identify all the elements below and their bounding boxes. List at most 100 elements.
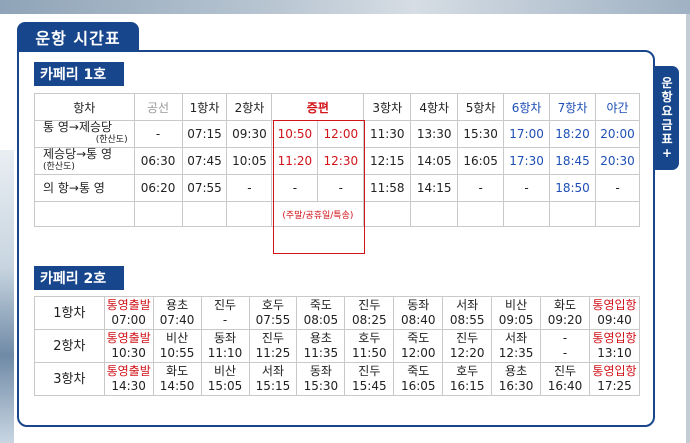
ferry2-label: 카페리 2호 xyxy=(34,266,124,290)
stop-time: 15:15 xyxy=(255,379,291,393)
background-photo-top xyxy=(0,0,690,14)
stop-time: 08:55 xyxy=(449,313,485,327)
stop-cell: 죽도 08:05 xyxy=(296,296,346,330)
time-cell: 11:20 xyxy=(271,147,319,175)
stop-name: 동좌 xyxy=(309,364,332,378)
header-cell: 4항차 xyxy=(410,93,459,121)
page-title: 운항 시간표 xyxy=(17,22,139,52)
stop-name: 통영입항 xyxy=(592,331,637,345)
stop-name: 진두 xyxy=(261,331,285,345)
background-edge-right xyxy=(686,14,690,443)
stop-name: 비산 xyxy=(166,331,189,345)
stop-name: 진두 xyxy=(553,364,577,378)
stop-time: 07:40 xyxy=(159,313,195,327)
stop-name: 진두 xyxy=(456,331,479,345)
time-cell: 11:58 xyxy=(363,174,412,202)
stop-name: 용초 xyxy=(309,331,332,345)
stop-cell: 화도 14:50 xyxy=(152,362,202,396)
header-cell: 3항차 xyxy=(363,93,412,121)
plus-icon: + xyxy=(661,146,673,160)
stop-cell: 죽도 12:00 xyxy=(393,329,444,363)
route-label: 제승당→통 영 xyxy=(43,147,113,161)
stop-cell: 비산 10:55 xyxy=(152,329,202,363)
time-cell: - xyxy=(226,174,273,202)
time-cell: - xyxy=(271,174,319,202)
stop-time: 10:30 xyxy=(111,346,146,360)
route-sub: (한산도) xyxy=(43,162,75,172)
header-cell: 5항차 xyxy=(457,93,505,121)
stop-time: 11:35 xyxy=(303,346,339,360)
time-cell: - xyxy=(594,174,641,202)
stop-cell: 서좌 12:35 xyxy=(491,329,542,363)
stop-cell: 진두 16:40 xyxy=(540,362,590,396)
stop-name: 통영출발 xyxy=(106,298,151,312)
stop-time: 10:55 xyxy=(159,346,195,360)
sailing-label: 3항차 xyxy=(34,362,105,396)
time-cell: 06:30 xyxy=(133,147,183,175)
stop-name: 서좌 xyxy=(456,298,479,312)
header-cell: 2항차 xyxy=(226,93,273,121)
stop-time: 11:25 xyxy=(255,346,291,360)
time-cell: 12:30 xyxy=(317,147,365,175)
time-cell: 17:30 xyxy=(503,147,551,175)
stop-time: 09:40 xyxy=(597,313,632,327)
time-cell: 14:15 xyxy=(410,174,459,202)
stop-name: 화도 xyxy=(166,364,189,378)
stop-name: - xyxy=(562,331,568,345)
stop-time: 15:30 xyxy=(303,379,339,393)
time-cell: 18:45 xyxy=(549,147,596,175)
time-cell: 09:30 xyxy=(226,120,273,148)
stop-name: 비산 xyxy=(505,298,528,312)
stop-cell: 서좌 15:15 xyxy=(248,362,298,396)
stop-cell: 호두 11:50 xyxy=(344,329,395,363)
table-row: 2항차 통영출발 10:30 비산 10:55 동좌 11:10 진두 11:25 용초 11:35… xyxy=(34,329,641,363)
time-cell: 20:00 xyxy=(594,120,641,148)
stop-cell: 죽도 16:05 xyxy=(393,362,444,396)
stop-time: 14:50 xyxy=(159,379,195,393)
stop-name: 동좌 xyxy=(407,298,430,312)
route-label: 의 항→통 영 xyxy=(43,180,105,195)
stop-time: 08:40 xyxy=(400,313,436,327)
stop-name: 호두 xyxy=(261,298,285,312)
time-cell: 14:05 xyxy=(410,147,459,175)
stop-name: 진두 xyxy=(213,298,237,312)
header-cell: 항차 xyxy=(34,93,135,121)
stop-cell: 통영출발 10:30 xyxy=(103,329,154,363)
time-cell: 20:30 xyxy=(594,147,641,175)
stop-cell: 통영출발 07:00 xyxy=(103,296,154,330)
stop-name: 동좌 xyxy=(213,331,237,345)
empty-cell xyxy=(226,201,273,227)
stop-name: 죽도 xyxy=(407,364,430,378)
stop-time: 12:00 xyxy=(400,346,436,360)
stop-time: 16:05 xyxy=(400,379,436,393)
stop-cell: 동좌 15:30 xyxy=(296,362,346,396)
ferry2-timetable: 1항차 통영출발 07:00 용초 07:40 진두 - 호두 07:55 죽도 08:05 진두 08… xyxy=(34,296,641,396)
stop-time: 14:30 xyxy=(111,379,146,393)
stop-cell: 호두 07:55 xyxy=(248,296,298,330)
stop-cell: 통영입항 17:25 xyxy=(588,362,641,396)
stop-cell: 비산 09:05 xyxy=(491,296,542,330)
stop-cell: 화도 09:20 xyxy=(540,296,590,330)
stop-cell: 용초 16:30 xyxy=(491,362,542,396)
stop-name: 비산 xyxy=(213,364,237,378)
stop-time: - xyxy=(222,313,228,327)
stop-cell: -- xyxy=(540,329,590,363)
header-cell: 7항차 xyxy=(549,93,596,121)
header-cell: 공선 xyxy=(133,93,183,121)
ferry1-label: 카페리 1호 xyxy=(34,62,124,86)
fare-tab-char: 요 xyxy=(661,104,673,118)
table-row: 제승당→통 영 (한산도) 06:30 07:45 10:05 11:20 12:… xyxy=(34,147,641,175)
table-row: 통 영→제승당 (한산도) - 07:15 09:30 10:50 12:00 1… xyxy=(34,120,641,148)
time-cell: 15:30 xyxy=(457,120,505,148)
stop-name: 진두 xyxy=(358,364,381,378)
stop-name: 용초 xyxy=(166,298,189,312)
fare-table-tab[interactable]: 운 항 요 금 표 + xyxy=(655,66,679,170)
stop-name: 호두 xyxy=(358,331,381,345)
stop-time: 08:05 xyxy=(303,313,339,327)
time-cell: - xyxy=(457,174,505,202)
header-cell: 1항차 xyxy=(181,93,228,121)
stop-time: 11:10 xyxy=(207,346,243,360)
time-cell: 12:15 xyxy=(363,147,412,175)
stop-cell: 서좌 08:55 xyxy=(442,296,493,330)
stop-cell: 통영입항 13:10 xyxy=(588,329,641,363)
